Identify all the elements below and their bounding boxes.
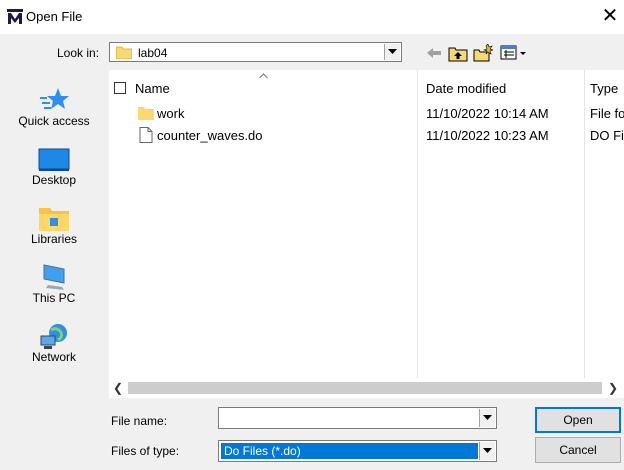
- place-libraries[interactable]: Libraries: [7, 198, 101, 253]
- places-bar: Quick access Desktop Libraries This PC N…: [7, 70, 101, 390]
- place-this-pc[interactable]: This PC: [7, 257, 101, 312]
- place-desktop[interactable]: Desktop: [7, 139, 101, 194]
- title-bar: Open File ✕: [0, 0, 624, 34]
- file-type: DO Fi: [590, 128, 624, 143]
- file-name: counter_waves.do: [157, 128, 263, 143]
- chevron-down-icon: [388, 49, 397, 54]
- look-in-dropdown-button[interactable]: [384, 44, 400, 60]
- file-name: work: [157, 106, 185, 121]
- close-button[interactable]: ✕: [596, 2, 624, 30]
- column-name[interactable]: Name: [135, 81, 170, 96]
- network-icon: [40, 324, 67, 349]
- scroll-right-icon[interactable]: ❯: [607, 381, 619, 395]
- desktop-icon: [38, 148, 70, 171]
- file-name-dropdown-button[interactable]: [479, 409, 495, 427]
- window-title: Open File: [26, 9, 83, 24]
- open-button[interactable]: Open: [535, 407, 621, 433]
- app-logo-icon: [7, 9, 23, 25]
- back-arrow-icon[interactable]: [424, 44, 444, 62]
- select-all-checkbox[interactable]: [114, 82, 126, 94]
- new-folder-icon[interactable]: [473, 44, 493, 62]
- file-name-input[interactable]: [218, 407, 497, 429]
- file-icon: [139, 127, 153, 143]
- view-menu-icon[interactable]: [500, 44, 532, 62]
- file-date: 11/10/2022 10:14 AM: [426, 106, 549, 121]
- look-in-value: lab04: [138, 46, 168, 60]
- column-date-modified[interactable]: Date modified: [426, 81, 506, 96]
- star-icon: [40, 88, 69, 109]
- file-list[interactable]: Name Date modified Type work 11/10/2022 …: [109, 70, 624, 398]
- sort-ascending-icon: [259, 73, 268, 79]
- file-type-dropdown[interactable]: Do Files (*.do): [218, 440, 497, 462]
- place-network[interactable]: Network: [7, 316, 101, 371]
- place-label: Quick access: [18, 114, 90, 128]
- place-label: Libraries: [30, 232, 78, 246]
- place-quick-access[interactable]: Quick access: [7, 80, 101, 135]
- look-in-label: Look in:: [57, 46, 100, 60]
- chevron-down-icon: [483, 448, 492, 453]
- file-row-work[interactable]: work 11/10/2022 10:14 AM File fo: [109, 102, 624, 124]
- file-row-counter-waves[interactable]: counter_waves.do 11/10/2022 10:23 AM DO …: [109, 124, 624, 146]
- file-type-label: Files of type:: [111, 444, 180, 458]
- computer-icon: [43, 264, 65, 290]
- file-type: File fo: [590, 106, 624, 121]
- look-in-dropdown[interactable]: lab04: [109, 42, 402, 62]
- libraries-icon: [39, 208, 69, 231]
- place-label: This PC: [32, 291, 76, 305]
- file-type-dropdown-button[interactable]: [479, 442, 495, 460]
- horizontal-scrollbar[interactable]: ❮ ❯: [109, 378, 624, 398]
- folder-icon: [116, 46, 132, 59]
- file-name-label: File name:: [111, 414, 168, 428]
- place-label: Network: [31, 350, 76, 364]
- file-type-value: Do Files (*.do): [221, 443, 478, 459]
- chevron-down-icon: [483, 415, 492, 420]
- cancel-button[interactable]: Cancel: [535, 437, 621, 463]
- folder-icon: [138, 107, 154, 120]
- file-date: 11/10/2022 10:23 AM: [426, 128, 549, 143]
- column-type[interactable]: Type: [590, 81, 618, 96]
- scrollbar-thumb[interactable]: [128, 382, 602, 394]
- up-folder-icon[interactable]: [448, 44, 468, 62]
- scroll-left-icon[interactable]: ❮: [112, 381, 124, 395]
- place-label: Desktop: [31, 173, 77, 187]
- file-list-header: Name Date modified Type: [109, 70, 624, 380]
